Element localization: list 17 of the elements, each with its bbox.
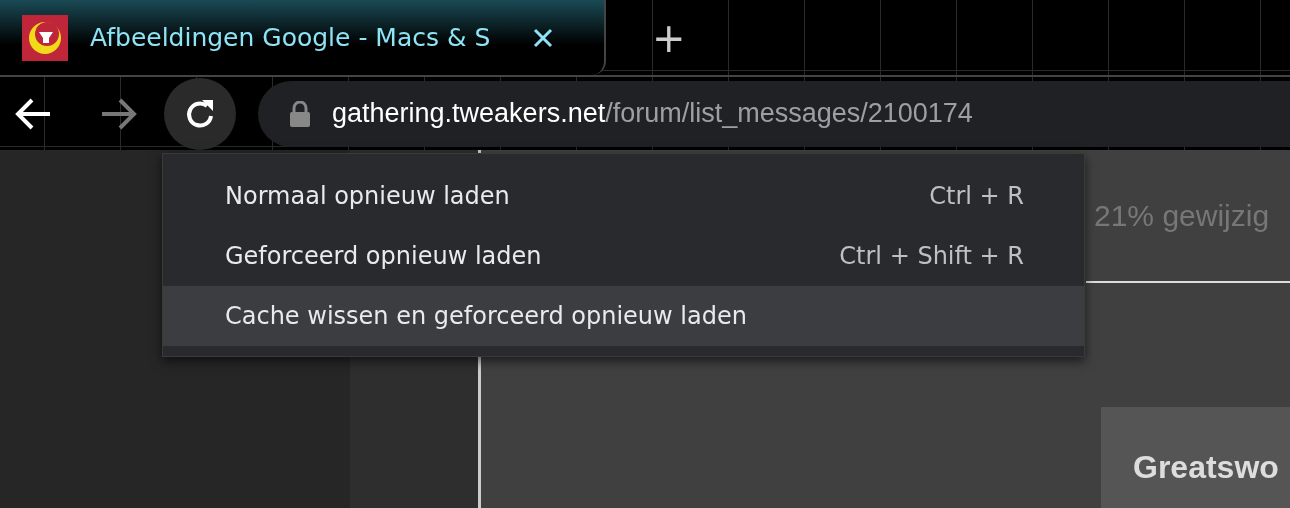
card-title: Greatswo [1133,449,1279,485]
menu-item[interactable]: Normaal opnieuw laden Ctrl + R [163,166,1084,226]
shortcut-text: Ctrl + Shift + R [839,242,1024,270]
menu-item-label: Normaal opnieuw laden [225,182,510,210]
url-text: gathering.tweakers.net/forum/list_messages/2100174 [332,98,973,129]
address-bar[interactable]: gathering.tweakers.net/forum/list_messages/2100174 [258,80,1290,147]
site-favicon-icon [22,14,68,61]
close-icon[interactable] [532,26,554,49]
menu-item[interactable]: Geforceerd opnieuw laden Ctrl + Shift + R [163,226,1084,286]
menu-item-label: Cache wissen en geforceerd opnieuw laden [225,302,747,330]
shortcut-text: Ctrl + R [929,182,1024,210]
menu-item[interactable]: Cache wissen en geforceerd opnieuw laden [163,286,1084,346]
new-tab-button[interactable]: + [646,0,692,75]
menu-item-label: Geforceerd opnieuw laden [225,242,542,270]
tab-title: Afbeeldingen Google - Macs & S [90,23,492,52]
browser-tab[interactable]: Afbeeldingen Google - Macs & S [0,0,606,75]
lock-icon [290,100,310,127]
